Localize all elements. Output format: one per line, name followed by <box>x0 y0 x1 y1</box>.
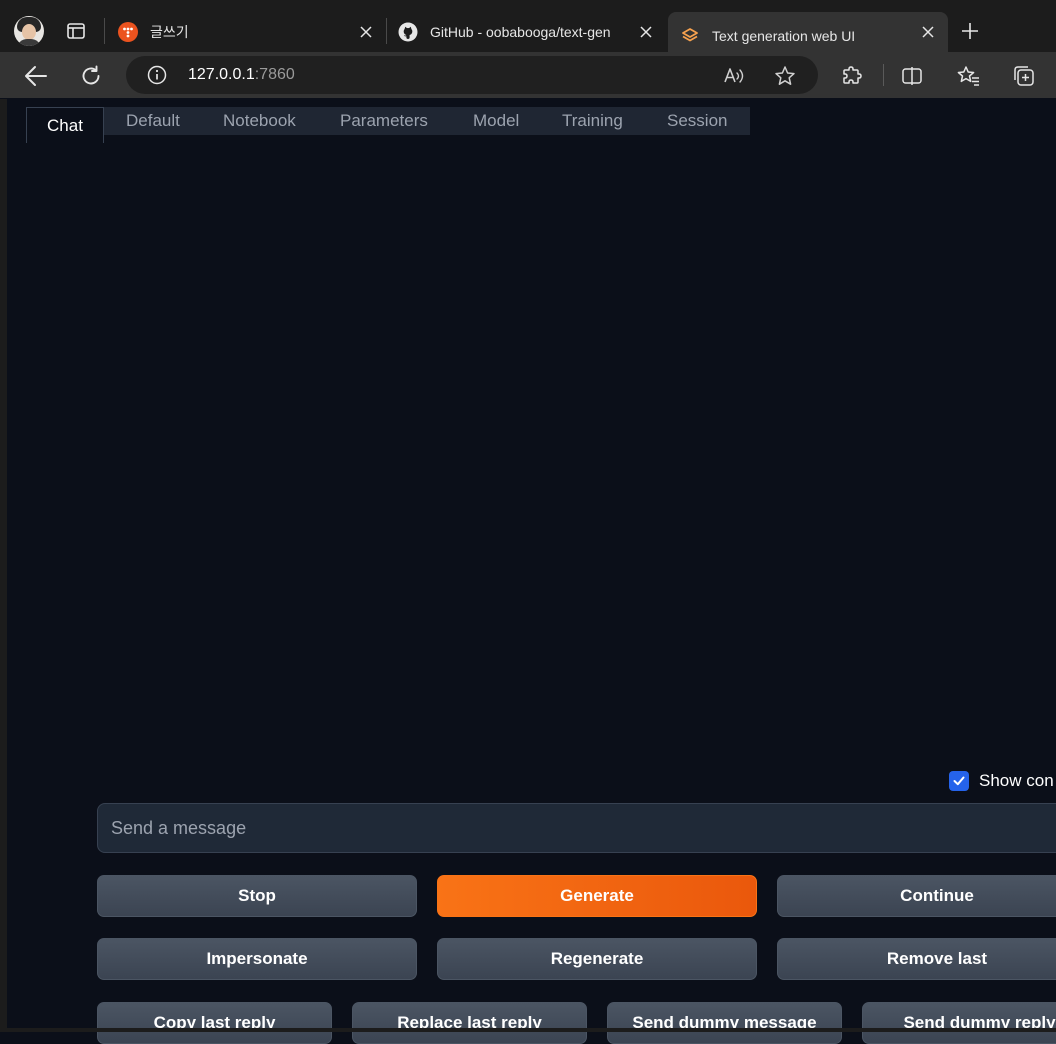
toolbar-separator <box>883 64 884 86</box>
impersonate-button[interactable]: Impersonate <box>97 938 417 980</box>
generate-button[interactable]: Generate <box>437 875 757 917</box>
browser-tab-title: 글쓰기 <box>150 24 189 40</box>
copy-last-reply-button[interactable]: Copy last reply <box>97 1002 332 1044</box>
continue-button[interactable]: Continue <box>777 875 1056 917</box>
site-info-icon[interactable] <box>146 64 168 86</box>
remove-last-button[interactable]: Remove last <box>777 938 1056 980</box>
new-tab-icon[interactable] <box>958 19 982 43</box>
close-icon[interactable] <box>356 22 376 42</box>
close-icon[interactable] <box>636 22 656 42</box>
tab-session[interactable]: Session <box>667 107 727 135</box>
read-aloud-icon[interactable] <box>723 65 747 87</box>
tab-model[interactable]: Model <box>473 107 519 135</box>
browser-tab-title: Text generation web UI <box>712 28 856 44</box>
show-controls-label: Show con <box>979 771 1054 790</box>
tab-notebook[interactable]: Notebook <box>223 107 296 135</box>
tistory-icon <box>118 22 138 42</box>
checkbox-checked-icon[interactable] <box>949 771 969 791</box>
browser-tab-title: GitHub - oobabooga/text-gen <box>430 24 611 40</box>
browser-frame-edge <box>0 1028 1056 1032</box>
show-controls-toggle[interactable]: Show con <box>949 771 1054 791</box>
browser-toolbar: 127.0.0.1:7860 <box>0 52 1056 98</box>
gradio-icon <box>680 26 700 46</box>
send-dummy-message-button[interactable]: Send dummy message <box>607 1002 842 1044</box>
github-icon <box>398 22 418 42</box>
tab-separator <box>104 18 105 44</box>
tab-default[interactable]: Default <box>126 107 180 135</box>
favorite-star-icon[interactable] <box>773 65 797 87</box>
tab-actions-icon[interactable] <box>64 19 88 43</box>
text-generation-webui-page: Chat Default Notebook Parameters Model T… <box>7 99 1056 1044</box>
browser-frame-edge <box>0 99 7 1032</box>
replace-last-reply-button[interactable]: Replace last reply <box>352 1002 587 1044</box>
stop-button[interactable]: Stop <box>97 875 417 917</box>
browser-tab-strip: 글쓰기 GitHub - oobabooga/text-gen Text gen… <box>0 0 1056 60</box>
url-port: :7860 <box>254 66 295 83</box>
tab-separator <box>386 18 387 44</box>
refresh-icon[interactable] <box>77 62 105 90</box>
browser-tab-github[interactable]: GitHub - oobabooga/text-gen <box>388 12 666 52</box>
message-input[interactable]: Send a message <box>97 803 1056 853</box>
url-host: 127.0.0.1 <box>188 66 255 83</box>
back-arrow-icon[interactable] <box>22 62 50 90</box>
app-tab-bar: Chat Default Notebook Parameters Model T… <box>26 107 750 143</box>
tab-parameters[interactable]: Parameters <box>340 107 428 135</box>
profile-avatar[interactable] <box>14 16 44 46</box>
extensions-icon[interactable] <box>838 62 866 90</box>
address-bar[interactable]: 127.0.0.1:7860 <box>126 56 818 94</box>
close-icon[interactable] <box>918 22 938 42</box>
tab-chat[interactable]: Chat <box>26 107 104 143</box>
collections-icon[interactable] <box>1010 62 1038 90</box>
favorites-icon[interactable] <box>955 62 983 90</box>
send-dummy-reply-button[interactable]: Send dummy reply <box>862 1002 1056 1044</box>
browser-tab-tistory[interactable]: 글쓰기 <box>108 12 386 52</box>
url-text[interactable]: 127.0.0.1:7860 <box>188 66 295 84</box>
regenerate-button[interactable]: Regenerate <box>437 938 757 980</box>
split-screen-icon[interactable] <box>898 62 926 90</box>
tab-training[interactable]: Training <box>562 107 623 135</box>
